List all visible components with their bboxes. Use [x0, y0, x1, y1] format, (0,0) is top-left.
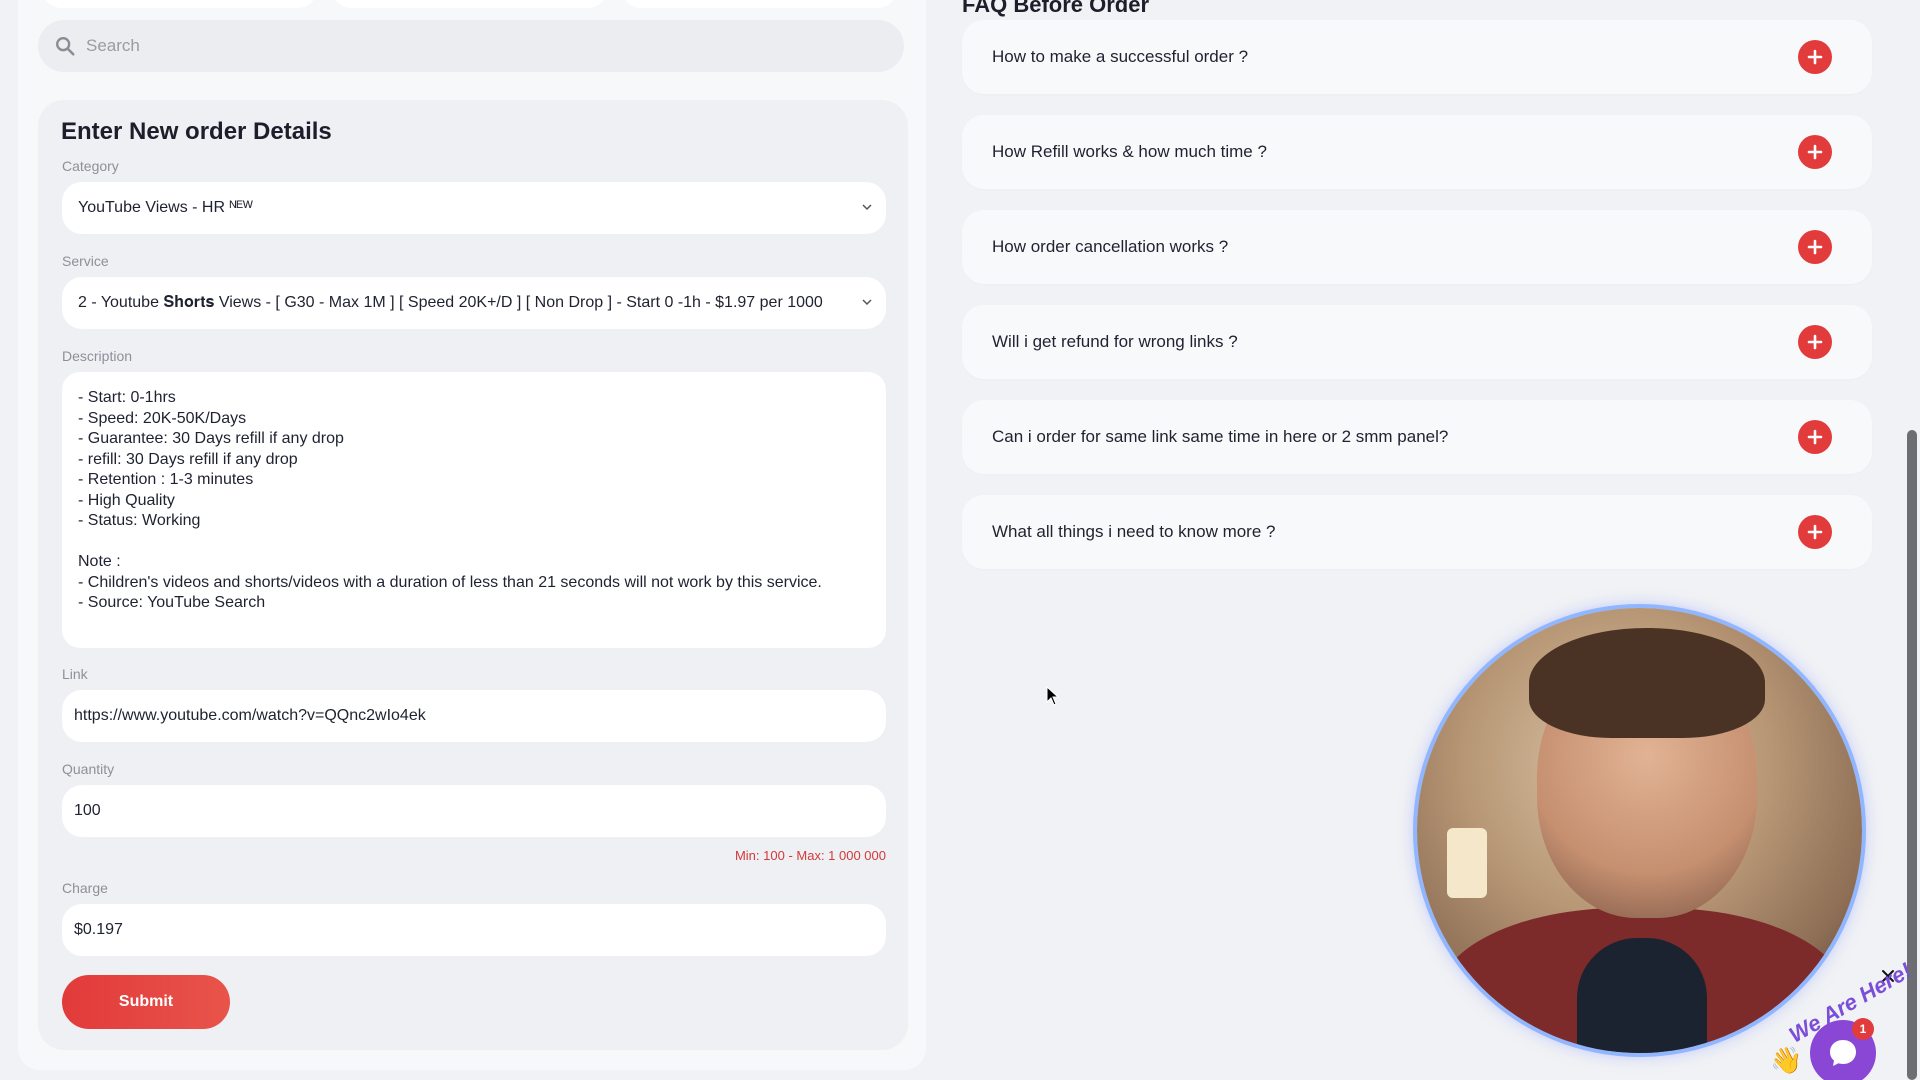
service-value: 2 - Youtube 𝐒𝐡𝐨𝐫𝐭𝐬 Views - [ G30 - Max 1…	[78, 294, 823, 311]
background-lamp	[1447, 828, 1487, 898]
top-tab-2[interactable]	[332, 0, 607, 8]
plus-icon[interactable]	[1798, 135, 1832, 169]
link-value: https://www.youtube.com/watch?v=QQnc2wIo…	[74, 707, 426, 724]
faq-question: Can i order for same link same time in h…	[992, 427, 1449, 446]
plus-icon[interactable]	[1798, 420, 1832, 454]
description-label: Description	[62, 348, 133, 364]
faq-question: What all things i need to know more ?	[992, 522, 1276, 541]
quantity-field[interactable]: 100	[62, 785, 886, 837]
faq-heading: FAQ Before Order	[962, 0, 1150, 17]
charge-field: $0.197	[62, 904, 886, 956]
description-box: - Start: 0-1hrs - Speed: 20K-50K/Days - …	[62, 372, 886, 648]
faq-item[interactable]: How order cancellation works ?	[962, 210, 1872, 284]
faq-question: How Refill works & how much time ?	[992, 142, 1267, 161]
chevron-down-icon	[862, 204, 872, 211]
plus-icon[interactable]	[1798, 325, 1832, 359]
category-select[interactable]: YouTube Views - HR ᴺᴱᵂ	[62, 182, 886, 234]
plus-icon[interactable]	[1798, 40, 1832, 74]
mouse-cursor-icon	[1046, 686, 1060, 706]
service-label: Service	[62, 253, 109, 269]
notification-badge: 1	[1852, 1018, 1874, 1040]
quantity-value: 100	[74, 802, 101, 819]
page-title: Enter New order Details	[61, 118, 332, 145]
webcam-video-overlay	[1417, 608, 1862, 1053]
plus-icon[interactable]	[1798, 230, 1832, 264]
link-label: Link	[62, 666, 88, 682]
plus-icon[interactable]	[1798, 515, 1832, 549]
faq-item[interactable]: Can i order for same link same time in h…	[962, 400, 1872, 474]
top-tab-1[interactable]	[42, 0, 317, 8]
submit-button[interactable]: Submit	[62, 975, 230, 1029]
order-panel: Enter New order Details Category YouTube…	[18, 0, 926, 1070]
charge-value: $0.197	[74, 921, 123, 938]
presenter-hair	[1529, 628, 1765, 738]
link-field[interactable]: https://www.youtube.com/watch?v=QQnc2wIo…	[62, 690, 886, 742]
faq-item[interactable]: How Refill works & how much time ?	[962, 115, 1872, 189]
top-tab-3[interactable]	[622, 0, 897, 8]
faq-question: How order cancellation works ?	[992, 237, 1229, 256]
charge-label: Charge	[62, 880, 108, 896]
search-bar[interactable]	[38, 20, 904, 72]
microphone	[1577, 938, 1707, 1053]
category-label: Category	[62, 158, 119, 174]
faq-question: Will i get refund for wrong links ?	[992, 332, 1238, 351]
faq-question: How to make a successful order ?	[992, 47, 1249, 66]
service-select[interactable]: 2 - Youtube 𝐒𝐡𝐨𝐫𝐭𝐬 Views - [ G30 - Max 1…	[62, 277, 886, 329]
quantity-hint: Min: 100 - Max: 1 000 000	[734, 848, 886, 863]
chat-bubble-icon	[1830, 1040, 1856, 1066]
scrollbar-track[interactable]	[1904, 0, 1920, 1080]
faq-item[interactable]: Will i get refund for wrong links ?	[962, 305, 1872, 379]
waving-hand-icon: 👋	[1770, 1045, 1803, 1075]
order-card: Enter New order Details Category YouTube…	[38, 100, 908, 1050]
search-icon	[56, 37, 75, 56]
quantity-label: Quantity	[62, 761, 115, 777]
search-input[interactable]	[86, 36, 866, 56]
category-value: YouTube Views - HR ᴺᴱᵂ	[78, 199, 253, 216]
faq-item[interactable]: How to make a successful order ?	[962, 20, 1872, 94]
top-tabs	[18, 0, 926, 10]
chevron-down-icon	[862, 299, 872, 306]
faq-item[interactable]: What all things i need to know more ?	[962, 495, 1872, 569]
